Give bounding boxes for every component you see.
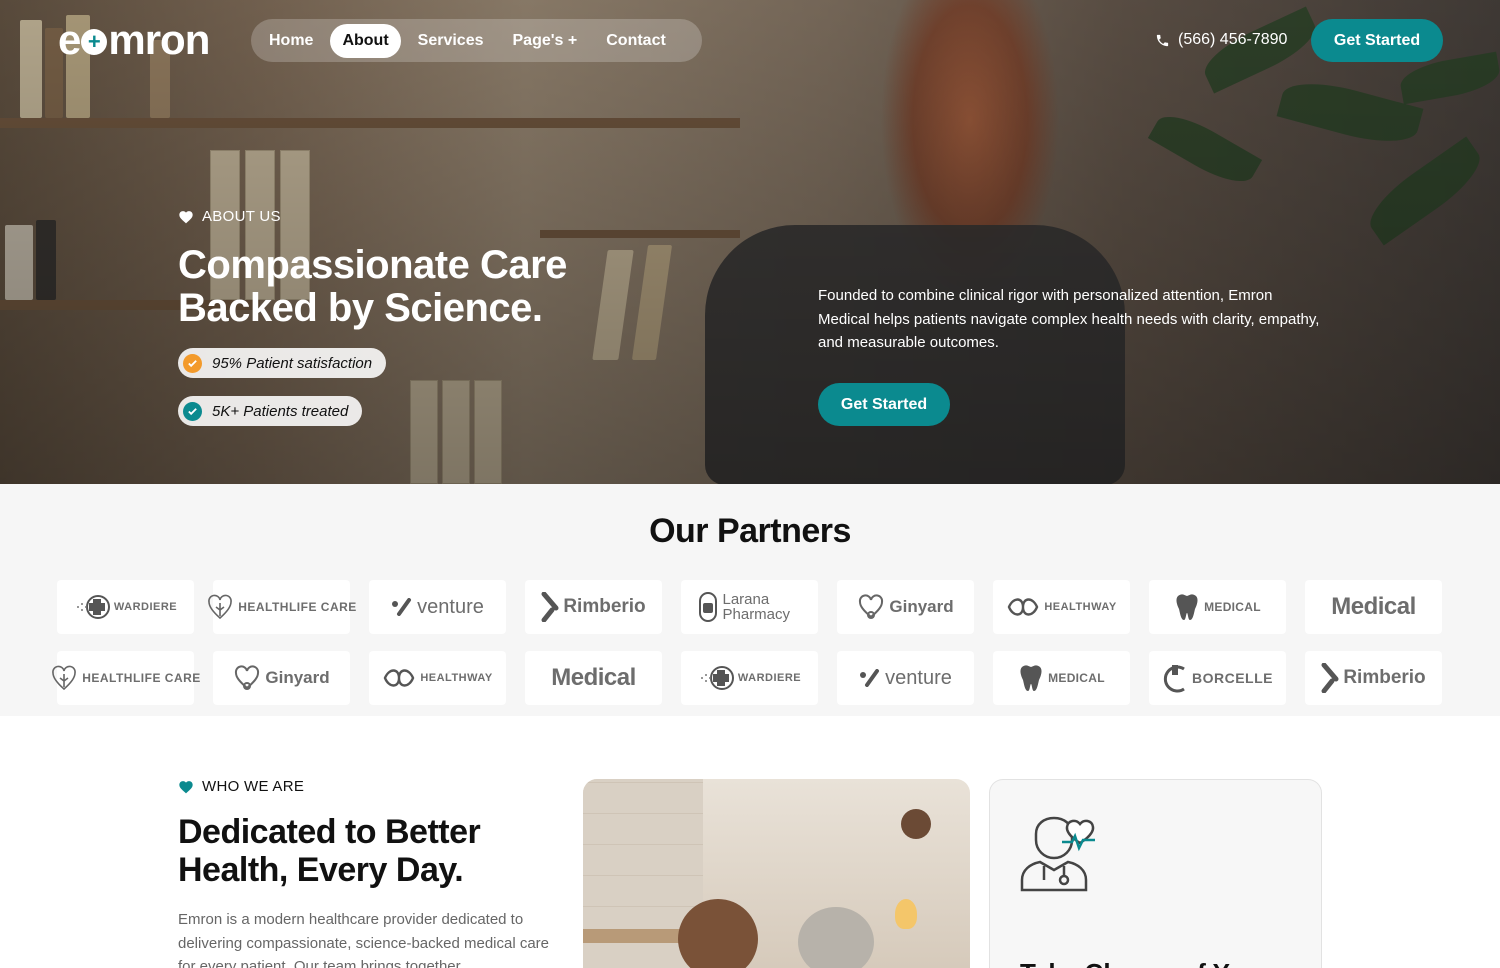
partner-logo-healthway[interactable]: HEALTHWAY [993, 580, 1130, 634]
check-icon [183, 401, 202, 421]
heart-stethoscope-icon [233, 664, 261, 692]
tooth-icon [1174, 592, 1200, 622]
nav-item-about[interactable]: About [330, 23, 401, 58]
patients-text: 5K+ Patients treated [212, 402, 349, 420]
satisfaction-badge: 95% Patient satisfaction [178, 348, 387, 378]
logo-text-prefix: e [58, 16, 81, 63]
partner-logo-rimberio[interactable]: Rimberio [1305, 651, 1442, 705]
partner-logo-wardiere[interactable]: WARDIERE [681, 651, 818, 705]
partner-name: WARDIERE [737, 672, 802, 684]
pill-capsule-icon [697, 591, 719, 623]
doctor-heartbeat-icon [1018, 814, 1100, 899]
feature-card: Take Charge of Your [989, 779, 1322, 968]
partner-name: Medical [551, 664, 636, 691]
who-title: Dedicated to Better Health, Every Day. [178, 813, 538, 889]
ribbon-loop-icon [382, 665, 416, 691]
partner-name: HEALTHLIFE CARE [82, 671, 201, 685]
partner-name: Ginyard [265, 668, 330, 687]
hero-eyebrow: ABOUT US [178, 208, 281, 225]
partner-name: venture [417, 595, 484, 618]
medical-cross-icon [74, 594, 110, 620]
venture-mark-icon [391, 598, 413, 616]
heart-leaf-icon [206, 593, 234, 621]
partner-logo-healthlife[interactable]: HEALTHLIFE CARE [52, 651, 200, 705]
partner-logo-ginyard[interactable]: Ginyard [213, 651, 350, 705]
partners-section: Our Partners WARDIERE HEALTHLIFE CARE ve… [0, 484, 1500, 716]
heart-icon [179, 211, 193, 224]
partner-logo-medical-script[interactable]: Medical [525, 651, 662, 705]
heart-stethoscope-icon [857, 593, 885, 621]
partner-logo-venture[interactable]: venture [369, 580, 506, 634]
heart-leaf-icon [50, 664, 78, 692]
partner-logo-medical-script[interactable]: Medical [1305, 580, 1442, 634]
venture-mark-icon [859, 669, 881, 687]
hero-eyebrow-label: ABOUT US [202, 208, 281, 225]
partner-name: WARDIERE [113, 601, 178, 613]
satisfaction-text: 95% Patient satisfaction [212, 354, 373, 372]
partner-name: Ginyard [889, 597, 954, 616]
partner-name: MEDICAL [1204, 600, 1261, 614]
partner-name: HEALTHLIFE CARE [238, 600, 357, 614]
who-title-line2: Health, Every Day. [178, 851, 464, 889]
partner-name: venture [885, 666, 952, 689]
tooth-icon [1018, 663, 1044, 693]
partner-logo-venture[interactable]: venture [837, 651, 974, 705]
partner-name: HEALTHWAY [420, 672, 493, 684]
hero-description: Founded to combine clinical rigor with p… [818, 287, 1320, 351]
nav-item-home[interactable]: Home [257, 24, 325, 58]
partner-logo-ginyard[interactable]: Ginyard [837, 580, 974, 634]
logo-text: mron [108, 16, 210, 63]
doctor-patient-photo [583, 779, 970, 968]
partner-name: Rimberio [563, 596, 646, 617]
partner-logo-rimberio[interactable]: Rimberio [525, 580, 662, 634]
nav-item-services[interactable]: Services [406, 24, 496, 58]
phone-icon [1156, 34, 1169, 46]
partner-name: BORCELLE [1192, 670, 1273, 686]
hero-title-line2: Backed by Science. [178, 286, 543, 330]
nav-item-pages[interactable]: Page's + [501, 24, 590, 58]
partner-name: Rimberio [1343, 667, 1426, 688]
hero-title: Compassionate Care Backed by Science. [178, 244, 618, 330]
partner-name: MEDICAL [1048, 671, 1105, 685]
hero-title-line1: Compassionate Care [178, 243, 567, 287]
header-get-started-button[interactable]: Get Started [1311, 19, 1443, 62]
partner-name: HEALTHWAY [1044, 601, 1117, 613]
partner-logo-medical[interactable]: MEDICAL [1149, 580, 1286, 634]
partners-title: Our Partners [649, 512, 851, 550]
who-description: Emron is a modern healthcare provider de… [178, 911, 550, 968]
check-icon [183, 353, 202, 373]
logo[interactable]: e + mron [58, 16, 210, 63]
partner-logo-healthlife[interactable]: HEALTHLIFE CARE [208, 580, 356, 634]
phone-link[interactable]: (566) 456-7890 [1155, 29, 1287, 51]
nav-item-contact[interactable]: Contact [594, 24, 678, 58]
partner-logo-borcelle[interactable]: BORCELLE [1149, 651, 1286, 705]
partner-logo-wardiere[interactable]: WARDIERE [57, 580, 194, 634]
rimberio-mark-icon [1321, 663, 1339, 693]
hero-get-started-button[interactable]: Get Started [818, 383, 950, 426]
who-eyebrow: WHO WE ARE [178, 778, 304, 795]
partner-name: Medical [1331, 593, 1416, 620]
medical-cross-icon [698, 665, 734, 691]
who-title-line1: Dedicated to Better [178, 813, 481, 851]
rimberio-mark-icon [541, 592, 559, 622]
partner-logo-healthway[interactable]: HEALTHWAY [369, 651, 506, 705]
main-nav: Home About Services Page's + Contact [251, 19, 702, 62]
partner-name: Larana Pharmacy [722, 591, 791, 623]
patients-badge: 5K+ Patients treated [178, 396, 363, 426]
partner-logo-medical[interactable]: MEDICAL [993, 651, 1130, 705]
heart-icon [179, 781, 193, 794]
card-heading: Take Charge of Your [1020, 958, 1270, 968]
ribbon-loop-icon [1006, 594, 1040, 620]
borcelle-arc-icon [1162, 663, 1188, 693]
partner-logo-larana[interactable]: Larana Pharmacy [681, 580, 818, 634]
who-eyebrow-label: WHO WE ARE [202, 778, 305, 795]
phone-number: (566) 456-7890 [1178, 31, 1288, 48]
plus-icon: + [81, 29, 108, 55]
